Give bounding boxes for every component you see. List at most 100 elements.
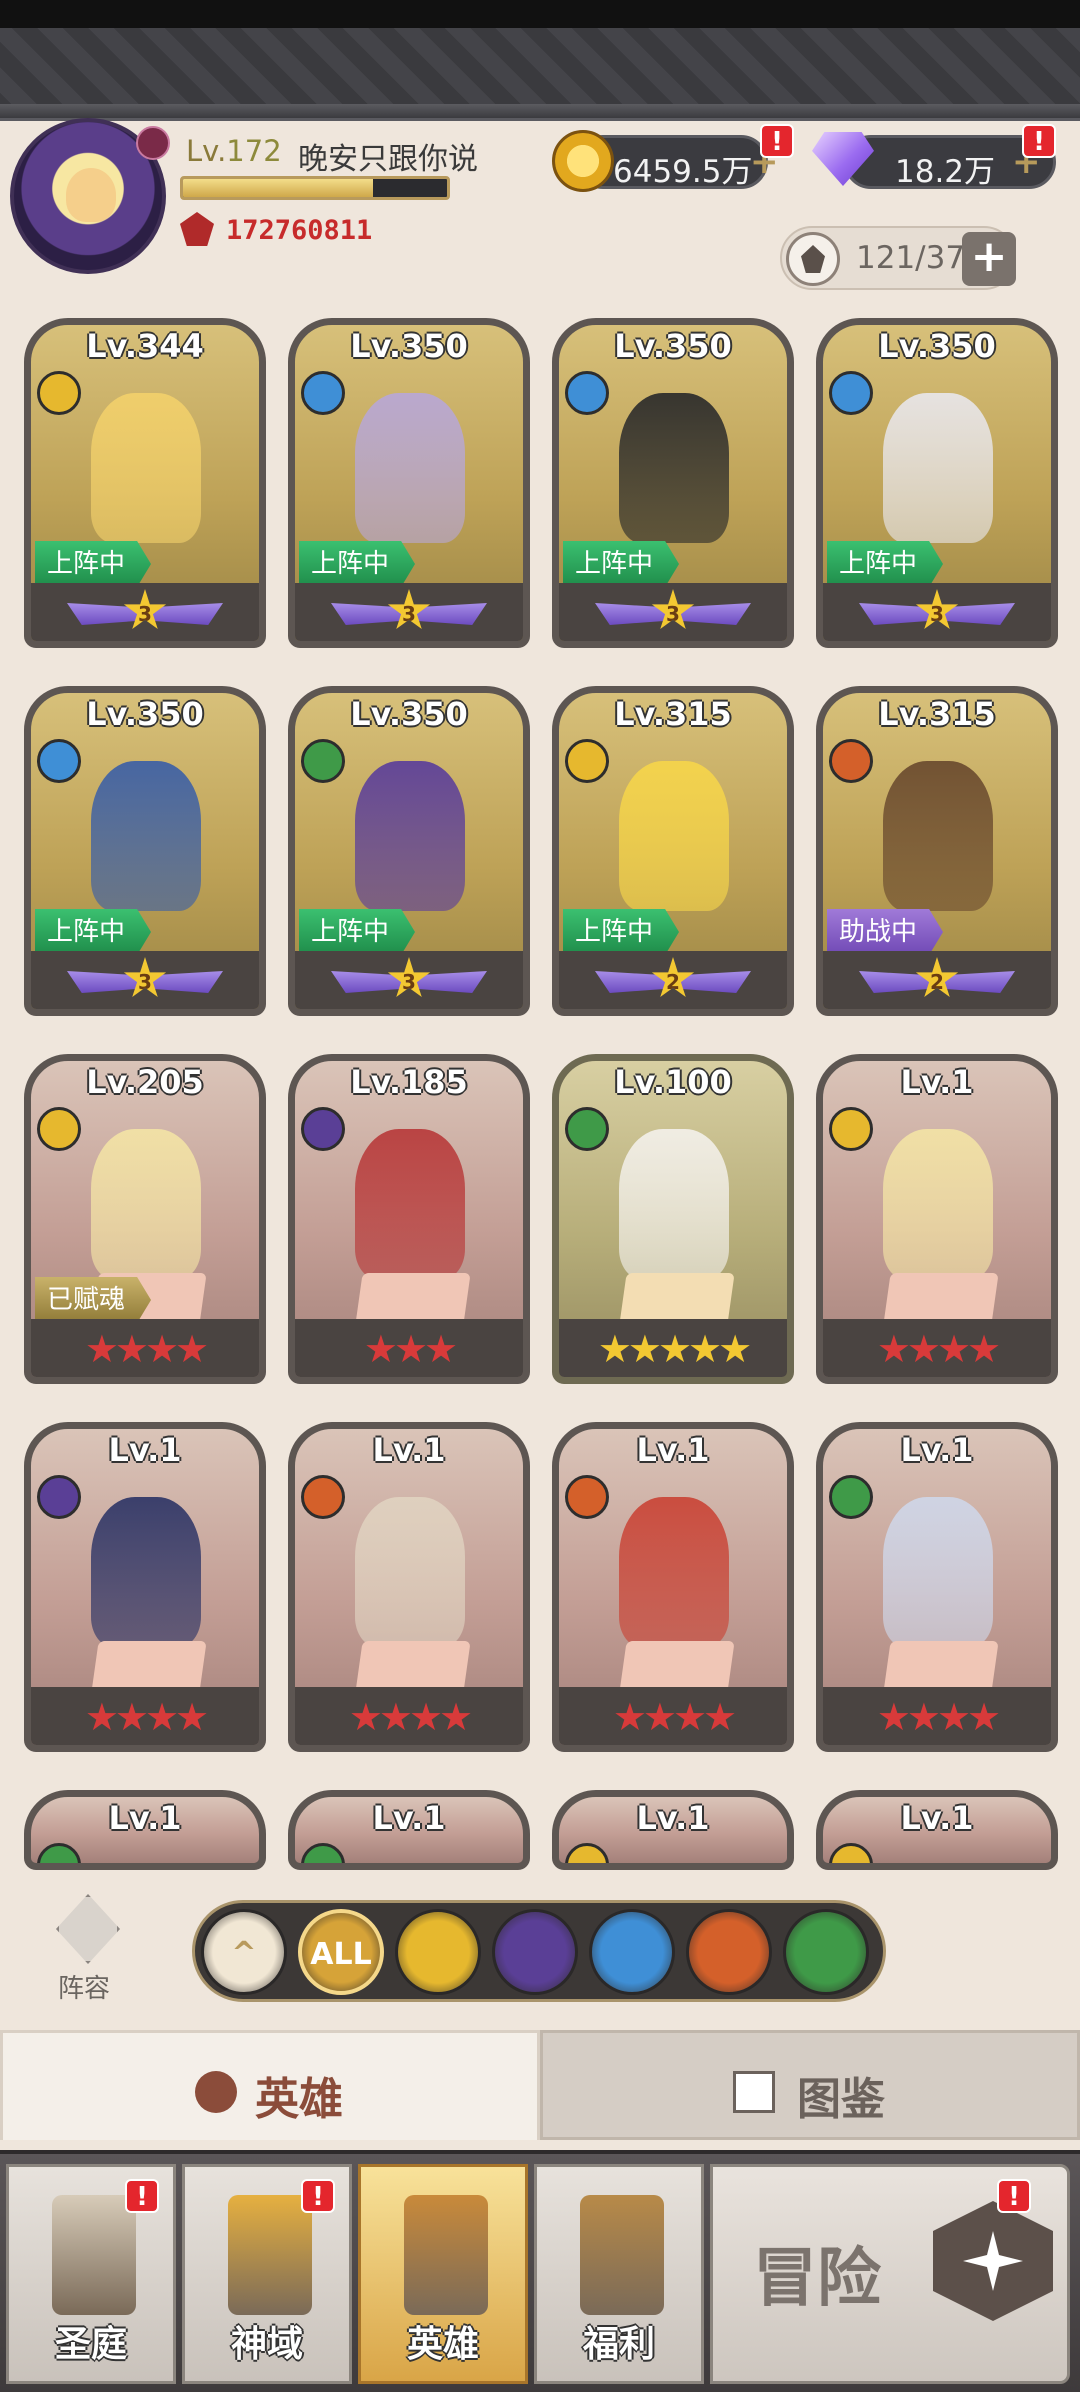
nav-item[interactable]: 圣庭! <box>6 2164 176 2384</box>
hero-level: Lv.350 <box>878 327 996 365</box>
hero-level: Lv.185 <box>350 1063 468 1101</box>
hero-card[interactable]: Lv.205 已赋魂 ★★★★ <box>24 1054 266 1384</box>
hero-card[interactable]: Lv.350 上阵中 3 <box>24 686 266 1016</box>
hero-level: Lv.350 <box>86 695 204 733</box>
chevron-up-icon[interactable]: ^ <box>201 1909 287 1995</box>
hero-slot-icon <box>786 232 840 286</box>
hero-level: Lv.205 <box>86 1063 204 1101</box>
adventure-label: 冒险 <box>753 2242 881 2316</box>
hero-card[interactable]: Lv.1 ★★★★ <box>24 1422 266 1752</box>
hero-rank-bar: 3 <box>559 583 787 641</box>
hero-status-tag: 上阵中 <box>299 541 416 587</box>
hero-card[interactable]: Lv.1 ★★★★ <box>552 1422 794 1752</box>
hero-portrait <box>619 393 729 543</box>
hero-tab-icon <box>195 2071 237 2113</box>
hero-helmet-icon <box>404 2195 488 2315</box>
hero-rank-bar: 2 <box>823 951 1051 1009</box>
hero-pedestal <box>91 1641 207 1693</box>
diamond-alert-badge: ! <box>1022 124 1056 158</box>
hero-level: Lv.1 <box>108 1799 182 1837</box>
hero-rank-bar: ★★★★ <box>31 1687 259 1745</box>
filter-label: ^ <box>231 1936 257 1971</box>
hero-stars: ★★★ <box>363 1327 458 1371</box>
tab-codex[interactable]: 图鉴 <box>540 2030 1080 2140</box>
nav-item[interactable]: 神域! <box>182 2164 352 2384</box>
lineup-button[interactable]: 阵容 <box>34 1890 134 2010</box>
hero-level: Lv.344 <box>86 327 204 365</box>
hero-level: Lv.100 <box>614 1063 732 1101</box>
hero-portrait <box>883 1497 993 1647</box>
hero-capacity: 121/375 + <box>780 226 1016 290</box>
hero-portrait <box>91 761 201 911</box>
exp-bar <box>180 176 450 200</box>
power-icon <box>180 212 214 246</box>
hero-card[interactable]: Lv.1 <box>816 1790 1058 1870</box>
nav-item[interactable]: 英雄 <box>358 2164 528 2384</box>
player-avatar[interactable] <box>10 118 170 274</box>
hero-card[interactable]: Lv.315 助战中 2 <box>816 686 1058 1016</box>
hero-portrait <box>883 1129 993 1279</box>
hero-portrait <box>91 393 201 543</box>
tab-heroes-label: 英雄 <box>255 2074 343 2125</box>
diamond-amount: 18.2万 <box>895 154 996 190</box>
hero-card[interactable]: Lv.350 上阵中 3 <box>816 318 1058 648</box>
hero-level: Lv.1 <box>108 1431 182 1469</box>
hero-portrait <box>355 1497 465 1647</box>
hero-card[interactable]: Lv.1 ★★★★ <box>288 1422 530 1752</box>
nav-item[interactable]: 福利 <box>534 2164 704 2384</box>
hero-card[interactable]: Lv.1 ★★★★ <box>816 1054 1058 1384</box>
sky-faction-icon <box>829 371 873 415</box>
hero-stars: ★★★★ <box>348 1695 473 1739</box>
hero-level: Lv.350 <box>350 695 468 733</box>
hero-portrait <box>619 761 729 911</box>
hero-level: Lv.1 <box>372 1799 446 1837</box>
hero-status-tag: 上阵中 <box>827 541 944 587</box>
hero-card[interactable]: Lv.315 上阵中 2 <box>552 686 794 1016</box>
adventure-button[interactable]: 冒险 ! <box>710 2164 1070 2384</box>
hero-status-tag: 上阵中 <box>35 541 152 587</box>
hero-status-tag: 已赋魂 <box>35 1277 152 1323</box>
hero-card[interactable]: Lv.1 <box>24 1790 266 1870</box>
hero-rank-bar: ★★★★ <box>823 1687 1051 1745</box>
light-faction-icon[interactable] <box>395 1909 481 1995</box>
expand-capacity-button[interactable]: + <box>962 232 1016 286</box>
hero-card[interactable]: Lv.350 上阵中 3 <box>288 686 530 1016</box>
hero-status-tag: 上阵中 <box>563 909 680 955</box>
hero-stars: ★★★★ <box>876 1695 1001 1739</box>
beast-faction-icon <box>301 1475 345 1519</box>
dark-faction-icon[interactable] <box>492 1909 578 1995</box>
player-level: Lv.172 <box>186 134 282 168</box>
beast-faction-icon[interactable] <box>686 1909 772 1995</box>
adventure-alert-badge: ! <box>997 2179 1031 2213</box>
tab-codex-label: 图鉴 <box>797 2074 885 2125</box>
hero-level: Lv.315 <box>614 695 732 733</box>
bottom-nav: 冒险 ! 圣庭! 神域! 英雄 福利 <box>0 2150 1080 2392</box>
all-icon[interactable]: ALL <box>298 1909 384 1995</box>
sky-faction-icon[interactable] <box>589 1909 675 1995</box>
combat-power: 172760811 <box>226 215 373 246</box>
exp-bar-fill <box>183 179 374 197</box>
hero-card[interactable]: Lv.185 ★★★ <box>288 1054 530 1384</box>
compass-icon <box>933 2201 1053 2321</box>
hero-level: Lv.315 <box>878 695 996 733</box>
nav-label: 神域 <box>230 2324 303 2365</box>
hero-pedestal <box>619 1641 735 1693</box>
hero-rank-bar: 2 <box>559 951 787 1009</box>
gold-coin-icon <box>552 130 614 192</box>
sky-faction-icon <box>565 371 609 415</box>
hero-status-tag: 助战中 <box>827 909 944 955</box>
hero-card[interactable]: Lv.1 <box>552 1790 794 1870</box>
hero-card[interactable]: Lv.1 <box>288 1790 530 1870</box>
hero-rank-bar: ★★★★ <box>295 1687 523 1745</box>
hero-card[interactable]: Lv.344 上阵中 3 <box>24 318 266 648</box>
hero-card[interactable]: Lv.1 ★★★★ <box>816 1422 1058 1752</box>
dark-faction-icon <box>301 1107 345 1151</box>
lineup-pawn-icon <box>56 1894 120 1964</box>
hero-portrait <box>355 1865 465 1870</box>
hero-card[interactable]: Lv.350 上阵中 3 <box>288 318 530 648</box>
forest-faction-icon[interactable] <box>783 1909 869 1995</box>
hero-card[interactable]: Lv.350 上阵中 3 <box>552 318 794 648</box>
hero-card[interactable]: Lv.100 ★★★★★ <box>552 1054 794 1384</box>
hero-stars: ★★★★ <box>612 1695 737 1739</box>
tab-heroes[interactable]: 英雄 <box>0 2030 540 2140</box>
